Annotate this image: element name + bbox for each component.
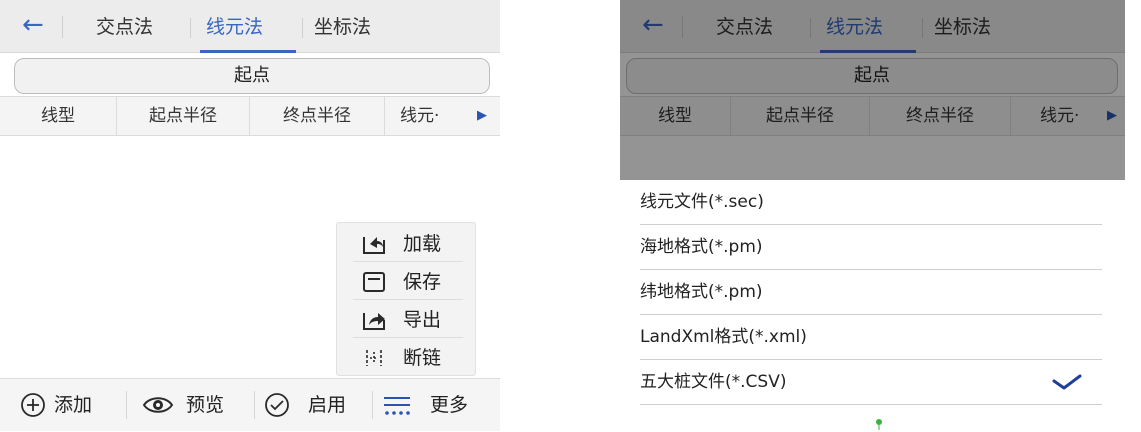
enable-button[interactable]: 启用 <box>256 379 370 431</box>
menu-item-chain-break[interactable]: 断链 <box>337 339 475 377</box>
divider <box>190 18 191 38</box>
option-label: 海地格式(*.pm) <box>640 237 763 257</box>
divider <box>254 391 255 419</box>
more-label: 更多 <box>430 394 469 416</box>
enable-label: 启用 <box>308 394 347 416</box>
modal-overlay[interactable] <box>620 0 1125 180</box>
tab-intersection-method[interactable]: 交点法 <box>96 14 153 40</box>
option-sec-file[interactable]: 线元文件(*.sec) <box>640 180 1102 225</box>
back-arrow-icon[interactable]: ← <box>22 10 44 40</box>
option-landxml[interactable]: LandXml格式(*.xml) <box>640 315 1102 360</box>
eye-icon <box>142 397 174 413</box>
menu-label: 保存 <box>403 271 442 293</box>
menu-label: 断链 <box>403 347 442 369</box>
start-point-label: 起点 <box>234 65 270 86</box>
active-tab-indicator <box>200 50 296 53</box>
more-button[interactable]: 更多 <box>374 379 498 431</box>
left-screen: ← 交点法 线元法 坐标法 起点 线型 起点半径 终点半径 线元· ▶ 加载 保… <box>0 0 500 432</box>
chain-break-icon <box>366 350 382 366</box>
menu-item-save[interactable]: 保存 <box>337 263 475 301</box>
add-button[interactable]: 添加 <box>0 379 124 431</box>
option-label: 纬地格式(*.pm) <box>640 282 763 302</box>
divider <box>353 337 463 338</box>
menu-label: 加载 <box>403 233 442 255</box>
option-label: 线元文件(*.sec) <box>640 192 764 212</box>
divider <box>353 261 463 262</box>
option-label: LandXml格式(*.xml) <box>640 327 807 347</box>
tab-coordinate-method[interactable]: 坐标法 <box>314 14 371 40</box>
divider <box>384 97 385 135</box>
scroll-right-arrow-icon[interactable]: ▶ <box>474 97 490 135</box>
option-label: 五大桩文件(*.CSV) <box>640 372 787 392</box>
check-circle-icon <box>265 393 289 417</box>
option-weidi-pm[interactable]: 纬地格式(*.pm) <box>640 270 1102 315</box>
add-label: 添加 <box>54 394 93 416</box>
start-point-button[interactable]: 起点 <box>14 58 490 94</box>
menu-label: 导出 <box>403 309 442 331</box>
column-header: 终点半径 <box>283 106 351 126</box>
load-icon <box>363 237 385 254</box>
column-header: 起点半径 <box>149 106 217 126</box>
divider <box>62 16 63 38</box>
menu-item-export[interactable]: 导出 <box>337 301 475 339</box>
tab-bar: ← 交点法 线元法 坐标法 <box>0 0 500 53</box>
table-header: 线型 起点半径 终点半径 线元· ▶ <box>0 96 500 136</box>
preview-button[interactable]: 预览 <box>128 379 252 431</box>
column-header: 线型 <box>41 106 75 126</box>
divider <box>126 391 127 419</box>
preview-label: 预览 <box>186 394 225 416</box>
divider <box>372 391 373 419</box>
save-icon <box>363 272 385 292</box>
checkmark-icon <box>1052 374 1082 390</box>
menu-item-load[interactable]: 加载 <box>337 225 475 263</box>
more-menu-icon <box>384 397 410 415</box>
touch-pointer-icon <box>876 419 882 430</box>
export-icon <box>363 313 385 330</box>
divider <box>353 299 463 300</box>
file-format-sheet: 线元文件(*.sec) 海地格式(*.pm) 纬地格式(*.pm) LandXm… <box>620 180 1125 432</box>
divider <box>302 18 303 38</box>
option-haidi-pm[interactable]: 海地格式(*.pm) <box>640 225 1102 270</box>
tab-line-element-method[interactable]: 线元法 <box>206 14 263 40</box>
bottom-toolbar: 添加 预览 启用 更多 <box>0 378 500 431</box>
right-screen: ← 交点法 线元法 坐标法 起点 线型 起点半径 终点半径 线元· ▶ 线元文件… <box>620 0 1125 432</box>
more-popup-menu: 加载 保存 导出 断链 <box>336 222 476 376</box>
add-icon <box>21 393 45 417</box>
column-header: 线元· <box>400 106 440 126</box>
option-csv-file[interactable]: 五大桩文件(*.CSV) <box>640 360 1102 405</box>
